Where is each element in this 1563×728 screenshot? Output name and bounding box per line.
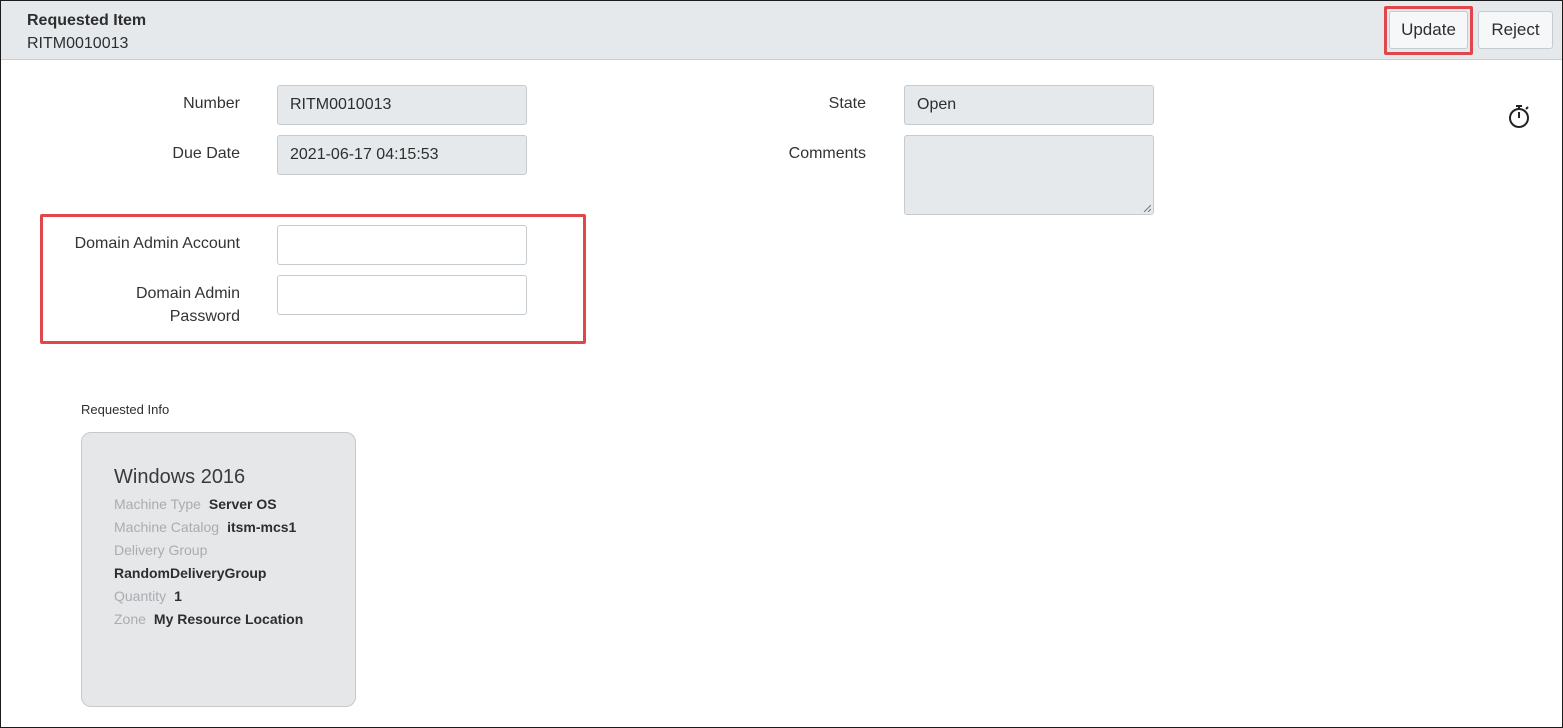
stopwatch-icon[interactable] xyxy=(1507,103,1533,129)
card-key: Quantity xyxy=(114,588,167,604)
requested-info-card: Windows 2016 Machine Type Server OS Machi… xyxy=(81,432,356,707)
card-row-zone: Zone My Resource Location xyxy=(114,611,303,627)
card-value: 1 xyxy=(174,588,182,604)
card-value: itsm-mcs1 xyxy=(227,519,297,535)
state-field: Open xyxy=(904,85,1154,125)
comments-textarea[interactable] xyxy=(904,135,1154,215)
card-value: RandomDeliveryGroup xyxy=(114,565,267,581)
due-date-label: Due Date xyxy=(172,145,240,162)
state-label: State xyxy=(828,95,866,112)
card-key: Delivery Group xyxy=(114,542,208,558)
update-highlight-box xyxy=(1384,6,1473,55)
record-title: Requested Item xyxy=(27,12,147,29)
reject-button[interactable]: Reject xyxy=(1478,11,1553,49)
card-value: My Resource Location xyxy=(153,611,304,627)
number-field: RITM0010013 xyxy=(277,85,527,125)
comments-label: Comments xyxy=(788,145,866,162)
card-value: Server OS xyxy=(208,496,277,512)
card-row-delivery-group-value: RandomDeliveryGroup xyxy=(114,565,266,581)
requested-info-label: Requested Info xyxy=(81,402,170,417)
record-header: Requested Item RITM0010013 xyxy=(1,1,1562,60)
card-key: Machine Type xyxy=(114,496,201,512)
card-key: Zone xyxy=(114,611,146,627)
domain-admin-highlight-box xyxy=(40,214,586,344)
due-date-field: 2021-06-17 04:15:53 xyxy=(277,135,527,175)
card-row-machine-catalog: Machine Catalog itsm-mcs1 xyxy=(114,519,296,535)
resize-grip-icon[interactable] xyxy=(1143,204,1151,212)
card-row-delivery-group-key: Delivery Group xyxy=(114,542,215,558)
card-row-machine-type: Machine Type Server OS xyxy=(114,496,277,512)
number-label: Number xyxy=(183,95,240,112)
card-row-quantity: Quantity 1 xyxy=(114,588,182,604)
record-number: RITM0010013 xyxy=(27,35,129,52)
card-key: Machine Catalog xyxy=(114,519,220,535)
card-title: Windows 2016 xyxy=(114,466,246,488)
